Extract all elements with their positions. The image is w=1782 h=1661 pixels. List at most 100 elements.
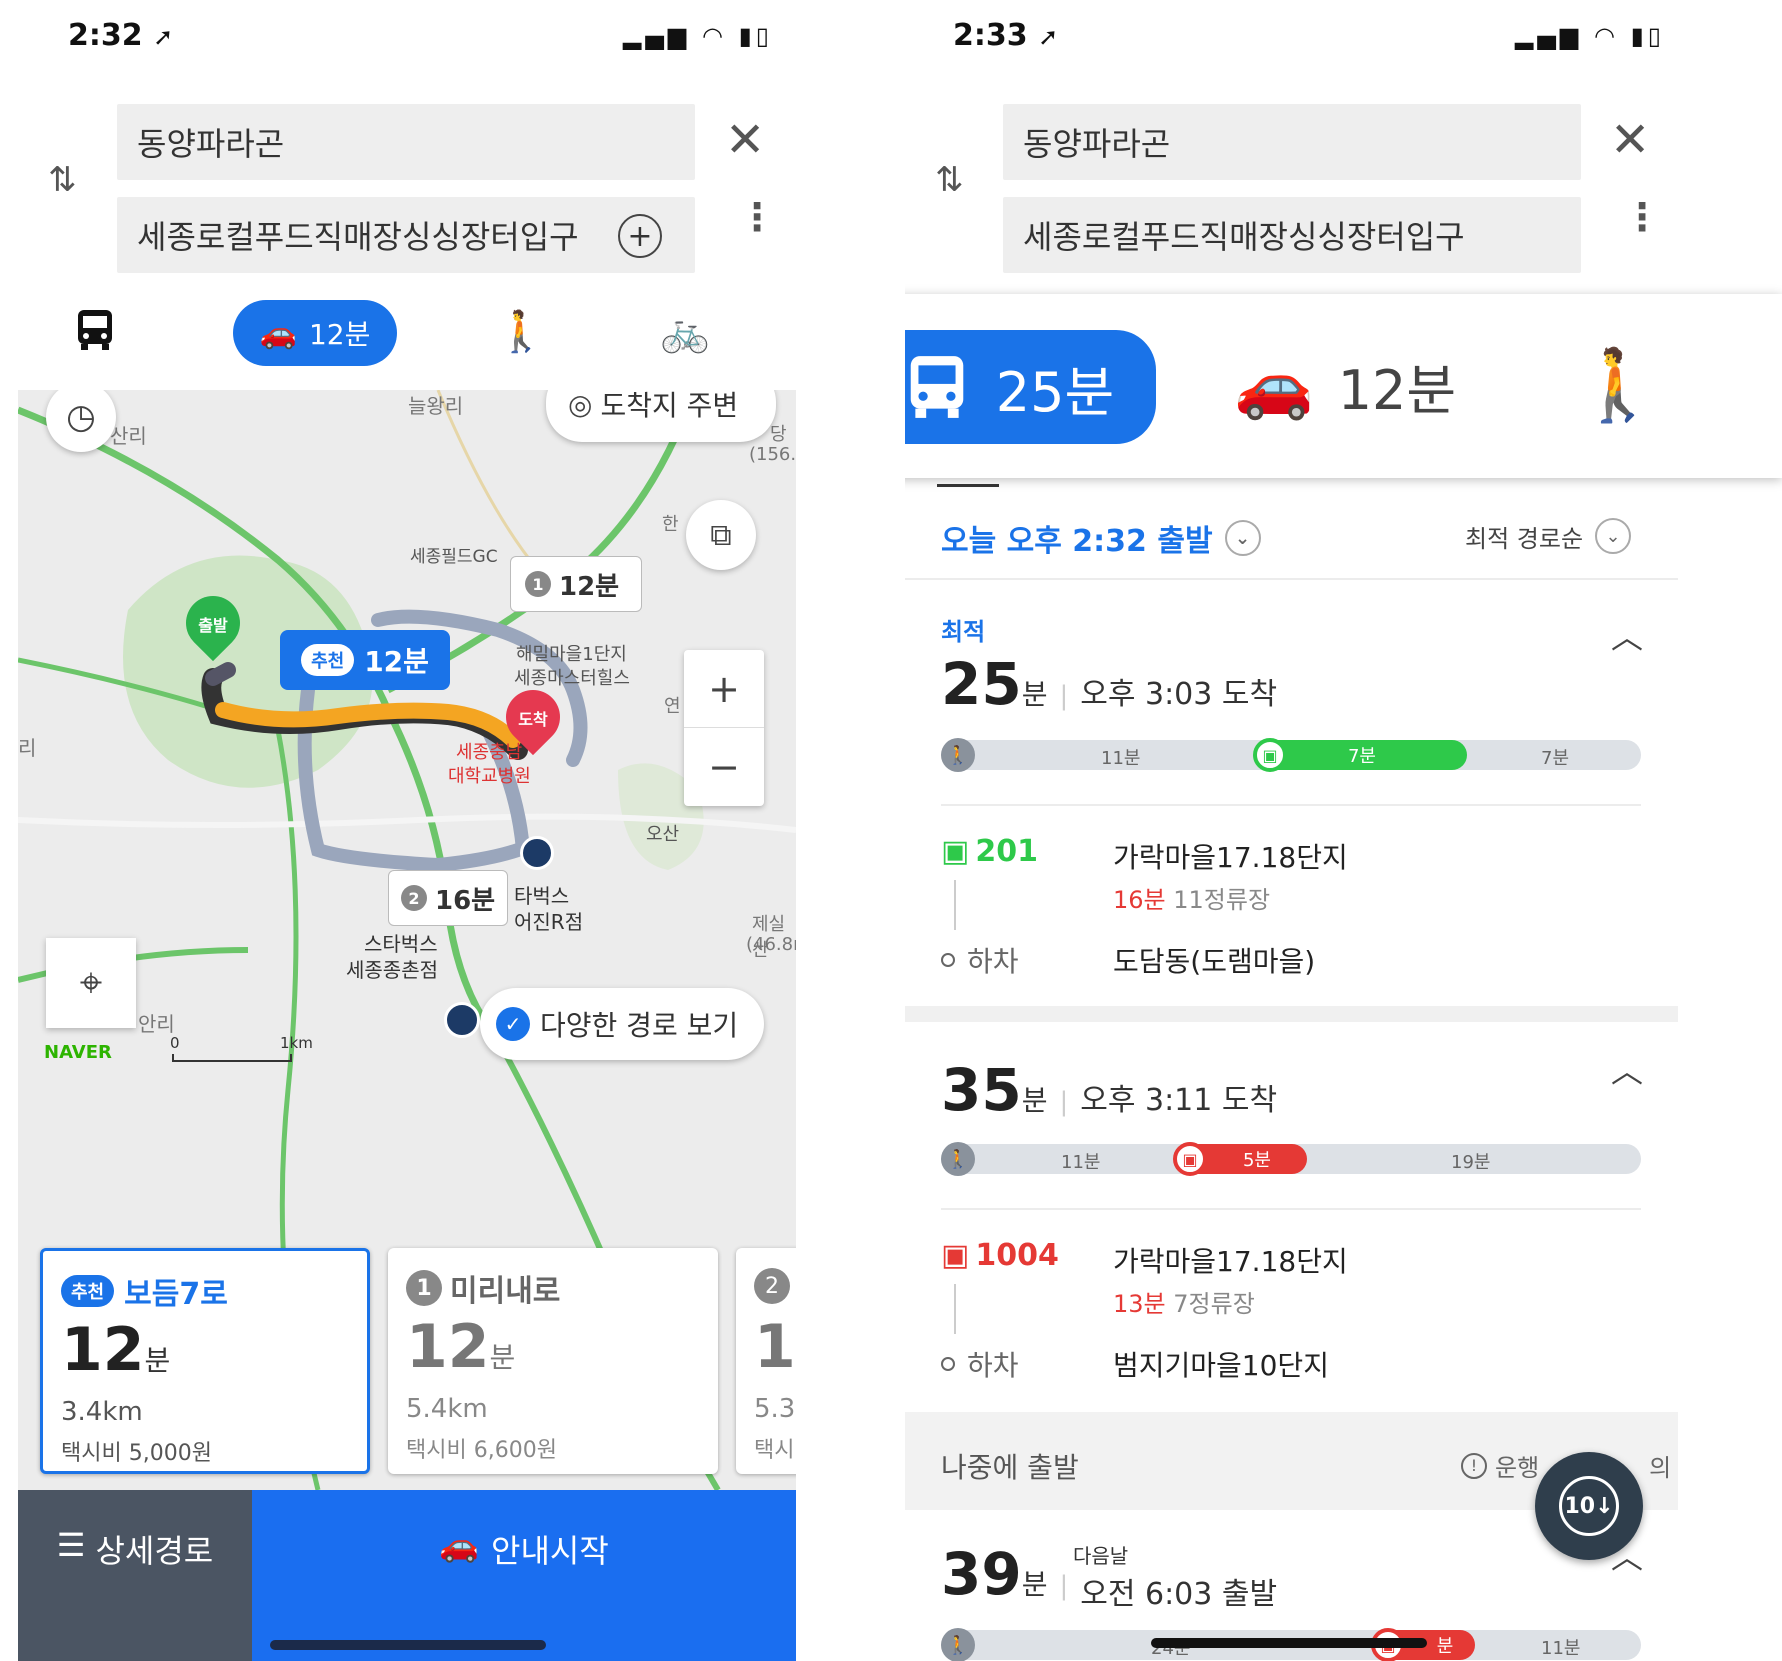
route-duration: 12 bbox=[61, 1315, 145, 1385]
more-icon[interactable]: ⋮ bbox=[738, 198, 776, 236]
map-label: 당 bbox=[770, 424, 787, 445]
end-pin-label: 도착 bbox=[518, 710, 548, 729]
bus-icon: ▣ bbox=[1253, 738, 1287, 772]
car-icon: 🚗 bbox=[1234, 349, 1314, 423]
status-icons: ▂▄▆ ◠ ▮▯ bbox=[1515, 22, 1665, 50]
bus-icon: ▣ bbox=[941, 834, 970, 869]
route-line bbox=[954, 880, 956, 930]
route-card-2[interactable]: 2 1 5.3 택시 bbox=[736, 1248, 796, 1474]
car-mode-tab[interactable]: 🚗 12분 bbox=[233, 300, 397, 366]
bus-mode-icon[interactable] bbox=[75, 308, 115, 362]
alt-route-1-bubble[interactable]: 1 12분 bbox=[510, 556, 642, 612]
bus-icon: ▣ bbox=[941, 1238, 970, 1273]
more-routes-chip[interactable]: ✓ 다양한 경로 보기 bbox=[480, 988, 764, 1060]
car-icon: 🚗 bbox=[259, 315, 297, 351]
alt-route-2-time: 16분 bbox=[435, 885, 496, 916]
home-indicator bbox=[270, 1640, 546, 1650]
collapse-chevron-icon[interactable]: ︿ bbox=[1611, 1046, 1643, 1092]
swap-icon[interactable]: ⇅ bbox=[935, 160, 964, 200]
walk-mode-icon[interactable]: 🚶 bbox=[1574, 344, 1661, 427]
map-label: 세종종촌점 bbox=[346, 958, 438, 982]
alight-row: 하차 bbox=[941, 1344, 1019, 1384]
departure-time-selector[interactable]: 오늘 오후 2:32 출발 ⌄ bbox=[941, 516, 1261, 560]
bus-route-1004[interactable]: ▣ 1004 bbox=[941, 1238, 1059, 1273]
route-name: 미리내로 bbox=[450, 1274, 561, 1309]
service-info-suffix: 의 bbox=[1649, 1454, 1672, 1482]
more-icon[interactable]: ⋮ bbox=[1623, 198, 1661, 236]
collapse-chevron-icon[interactable]: ︿ bbox=[1611, 612, 1643, 658]
map-label: 해밀마을1단지 bbox=[516, 644, 627, 665]
map-label: 세종필드GC bbox=[410, 547, 498, 567]
alight-dot-icon bbox=[941, 953, 955, 967]
route-1-summary[interactable]: 25 분 | 오후 3:03 도착 bbox=[941, 650, 1277, 718]
destination-field[interactable]: 세종로컬푸드직매장싱싱장터입구 bbox=[1003, 197, 1581, 273]
alt-route-2-bubble[interactable]: 2 16분 bbox=[388, 870, 508, 926]
sort-selector[interactable]: 최적 경로순 ⌄ bbox=[1465, 518, 1632, 554]
map-label: 리 bbox=[18, 736, 37, 760]
route-number-badge: 2 bbox=[754, 1268, 790, 1304]
alight-row: 하차 bbox=[941, 940, 1019, 980]
route-card-recommended[interactable]: 추천 보듬7로 12분 3.4km 택시비 5,000원 bbox=[40, 1248, 370, 1474]
scale-label: 1km bbox=[280, 1034, 313, 1052]
route-card-1[interactable]: 1 미리내로 12분 5.4km 택시비 6,600원 bbox=[388, 1248, 718, 1474]
recommended-time: 12분 bbox=[364, 645, 429, 678]
zoom-in-button[interactable]: + bbox=[684, 650, 764, 728]
start-navigation-label: 안내시작 bbox=[491, 1532, 609, 1570]
car-icon: 🚗 bbox=[439, 1526, 480, 1564]
bus-segment-time: 5분 bbox=[1242, 1150, 1271, 1171]
bus-route-201[interactable]: ▣ 201 bbox=[941, 834, 1038, 869]
add-waypoint-icon[interactable]: + bbox=[618, 214, 662, 258]
route-2-summary[interactable]: 35 분 | 오후 3:11 도착 bbox=[941, 1056, 1277, 1124]
swap-icon[interactable]: ⇅ bbox=[48, 160, 77, 200]
alight-stop: 도담동(도램마을) bbox=[1113, 945, 1316, 978]
duration-unit: 분 bbox=[1021, 678, 1048, 711]
route-3-summary[interactable]: 39 분 | 오전 6:03 출발 bbox=[941, 1540, 1277, 1612]
bike-mode-icon[interactable]: 🚲 bbox=[660, 308, 710, 355]
bus-segment: 7분 bbox=[1257, 740, 1467, 770]
recommended-badge: 추천 bbox=[61, 1275, 115, 1307]
map-label: 세종충남 bbox=[456, 742, 523, 763]
chevron-down-icon: ⌄ bbox=[1224, 520, 1261, 556]
alight-dot-icon bbox=[941, 1357, 955, 1371]
naver-logo: NAVER bbox=[44, 1042, 112, 1063]
walk-mode-icon[interactable]: 🚶 bbox=[496, 308, 546, 355]
zoom-out-button[interactable]: − bbox=[684, 728, 764, 806]
recommended-route-bubble[interactable]: 추천 12분 bbox=[280, 630, 450, 690]
walk-segment-time: 7분 bbox=[1541, 748, 1570, 769]
stop-count: 11정류장 bbox=[1173, 886, 1271, 914]
layers-icon[interactable]: ⧉ bbox=[686, 500, 756, 570]
bus-mode-tab[interactable]: 25분 bbox=[905, 330, 1156, 444]
close-icon[interactable]: ✕ bbox=[1610, 112, 1650, 168]
refresh-10-button[interactable]: 10 ↓ bbox=[1535, 1452, 1643, 1560]
alt-route-2-num: 2 bbox=[401, 885, 427, 911]
current-location-icon[interactable]: ⌖ bbox=[46, 938, 136, 1028]
car-mode-tab[interactable]: 🚗 12분 bbox=[1234, 346, 1456, 425]
arrival-time: 오후 3:03 도착 bbox=[1080, 677, 1278, 712]
status-time: 2:32 ➚ bbox=[68, 18, 174, 53]
detail-route-label: 상세경로 bbox=[95, 1532, 214, 1570]
map-label: 세종마스터힐스 bbox=[514, 668, 630, 689]
duration-unit: 분 bbox=[144, 1344, 171, 1377]
walk-segment-time: 11분 bbox=[1101, 748, 1141, 769]
arrival-area-chip[interactable]: ◎ 도착지 주변 bbox=[546, 390, 776, 442]
map-label: 산리 bbox=[110, 424, 147, 448]
bus-number: 1004 bbox=[975, 1238, 1059, 1273]
best-route-tag: 최적 bbox=[941, 618, 986, 646]
close-icon[interactable]: ✕ bbox=[725, 112, 765, 168]
taxi-fare: 택시 bbox=[754, 1438, 795, 1463]
status-time: 2:33 ➚ bbox=[953, 18, 1059, 53]
origin-field[interactable]: 동양파라곤 bbox=[117, 104, 695, 180]
taxi-fare: 택시비 5,000원 bbox=[61, 1441, 212, 1466]
duration-unit: 분 bbox=[1021, 1084, 1048, 1117]
destination-field[interactable]: 세종로컬푸드직매장싱싱장터입구 bbox=[117, 197, 695, 273]
route-duration: 1 bbox=[754, 1312, 796, 1382]
wait-info: 16분 11정류장 bbox=[1113, 880, 1270, 915]
start-navigation-button[interactable]: 🚗 안내시작 bbox=[252, 1490, 796, 1661]
detail-route-button[interactable]: ☰ 상세경로 bbox=[18, 1490, 252, 1661]
departure-time-label: 오늘 오후 2:32 출발 bbox=[941, 524, 1213, 559]
wait-time: 13분 bbox=[1113, 1290, 1166, 1318]
origin-field[interactable]: 동양파라곤 bbox=[1003, 104, 1581, 180]
map-label: 연 bbox=[664, 696, 681, 717]
scale-bar bbox=[172, 1054, 292, 1062]
divider bbox=[941, 804, 1641, 806]
